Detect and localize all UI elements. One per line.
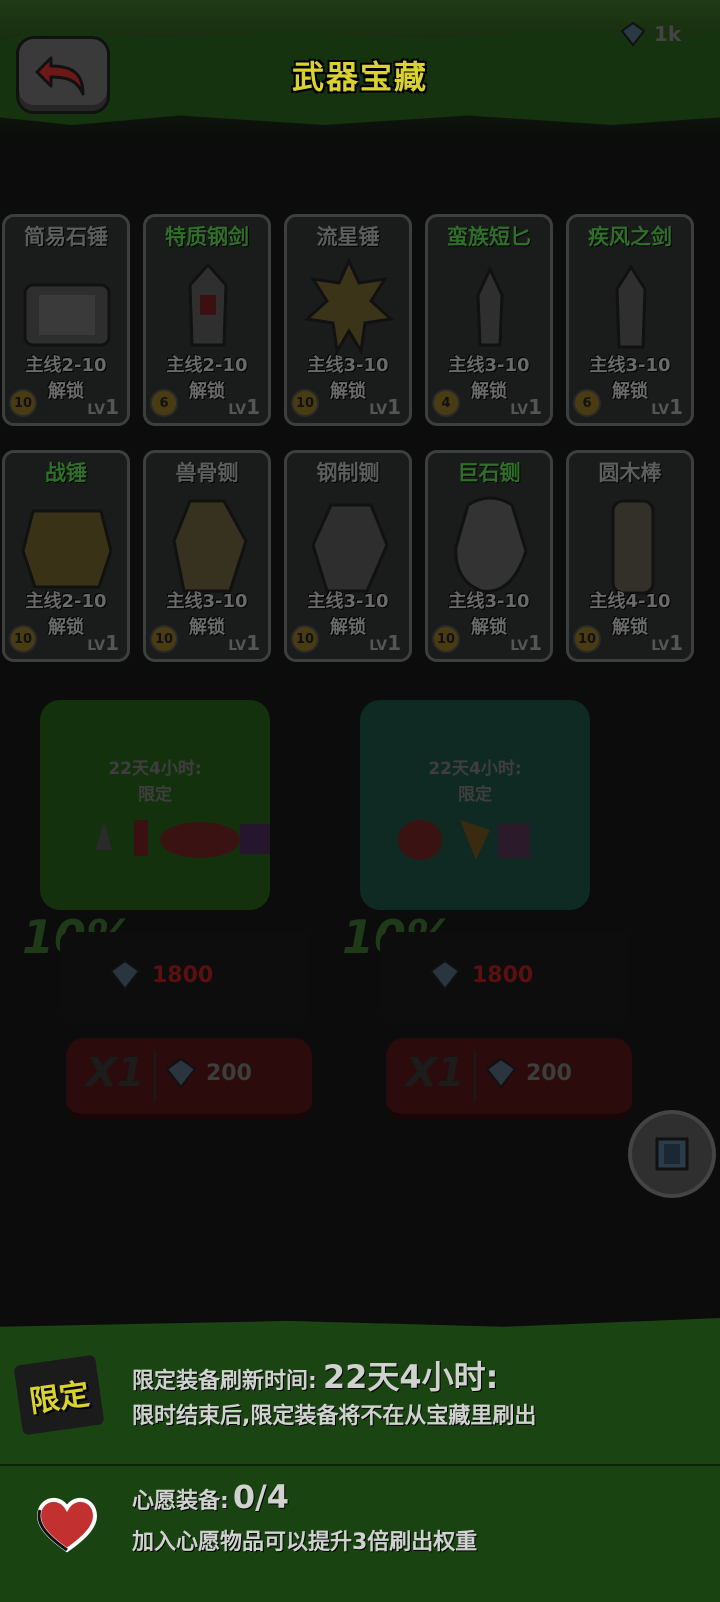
steel-sword-icon	[188, 262, 228, 347]
treasure-chest-right[interactable]: 22天4小时: 限定 10% 1800 X1 200	[330, 660, 632, 1120]
level-label: LV1	[510, 631, 542, 655]
unlock-stage: 主线4-10	[589, 591, 671, 612]
buy-x1-button[interactable]: X1 200	[66, 1038, 312, 1120]
item-count-badge: 6	[150, 389, 178, 417]
unlock-stage: 主线3-10	[307, 591, 389, 612]
treasure-chest-left[interactable]: 22天4小时: 限定 10% 1800 X1 200	[10, 660, 312, 1120]
heart-icon	[37, 1498, 97, 1553]
weapon-name: 简易石锤	[24, 225, 108, 249]
limited-tag: 限定	[13, 1354, 105, 1436]
unlock-stage: 主线3-10	[448, 591, 530, 612]
level-label: LV1	[228, 395, 260, 419]
weapon-card[interactable]: 疾风之剑 主线3-10 解锁 6 LV1	[566, 214, 694, 426]
wish-count: 心愿装备: 0/4	[132, 1478, 290, 1516]
buy-cost: 200	[484, 1056, 572, 1090]
gem-icon	[620, 21, 646, 47]
steel-cleaver-icon	[311, 503, 389, 593]
weapon-card[interactable]: 圆木棒 主线4-10 解锁 10 LV1	[566, 450, 694, 662]
unlock-stage: 主线2-10	[25, 591, 107, 612]
wooden-club-icon	[611, 499, 655, 595]
level-label: LV1	[228, 631, 260, 655]
unlock-stage: 主线3-10	[448, 355, 530, 376]
gem-icon	[165, 1057, 197, 1089]
chest-items-preview-icon	[96, 820, 270, 858]
divider	[154, 1050, 156, 1102]
level-label: LV1	[87, 631, 119, 655]
unlock-stage: 主线3-10	[589, 355, 671, 376]
item-count-badge: 4	[432, 389, 460, 417]
weapon-name: 圆木棒	[598, 461, 662, 485]
weapon-card[interactable]: 简易石锤 主线2-10 解锁 10 LV1	[2, 214, 130, 426]
weapon-name: 巨石铡	[457, 461, 521, 485]
weapon-name: 战锤	[45, 461, 87, 485]
item-count-badge: 10	[9, 389, 37, 417]
weapon-name: 蛮族短匕	[447, 225, 531, 249]
weapon-card[interactable]: 战锤 主线2-10 解锁 10 LV1	[2, 450, 130, 662]
wish-note: 加入心愿物品可以提升3倍刷出权重	[132, 1530, 478, 1555]
bone-cleaver-icon	[172, 499, 248, 593]
level-label: LV1	[651, 395, 683, 419]
buy-qty-label: X1	[406, 1050, 465, 1096]
cube-view-button[interactable]	[628, 1110, 716, 1198]
gem-icon	[109, 959, 141, 991]
item-count-badge: 10	[432, 625, 460, 653]
currency-display: 1k	[620, 18, 720, 50]
weapon-name: 流星锤	[316, 225, 380, 249]
unlock-stage: 主线3-10	[166, 591, 248, 612]
weapon-card[interactable]: 特质钢剑 主线2-10 解锁 6 LV1	[143, 214, 271, 426]
chest-timer: 22天4小时: 限定	[428, 759, 522, 805]
chest-price: 1800	[428, 958, 533, 992]
meteor-hammer-icon	[303, 257, 395, 356]
stone-hammer-icon	[23, 283, 111, 347]
item-count-badge: 10	[573, 625, 601, 653]
back-arrow-icon	[35, 56, 85, 96]
chest-items-preview-icon	[398, 820, 530, 860]
weapon-name: 疾风之剑	[588, 225, 672, 249]
item-count-badge: 6	[573, 389, 601, 417]
currency-amount: 1k	[654, 22, 682, 46]
dagger-icon	[476, 265, 504, 347]
buy-x1-button[interactable]: X1 200	[386, 1038, 632, 1120]
level-label: LV1	[651, 631, 683, 655]
refresh-time: 限定装备刷新时间: 22天4小时:	[132, 1358, 499, 1396]
level-label: LV1	[369, 395, 401, 419]
chest-price: 1800	[108, 958, 213, 992]
weapon-card[interactable]: 钢制铡 主线3-10 解锁 10 LV1	[284, 450, 412, 662]
item-count-badge: 10	[291, 389, 319, 417]
weapon-name: 钢制铡	[316, 461, 380, 485]
unlock-stage: 主线2-10	[25, 355, 107, 376]
item-count-badge: 10	[9, 625, 37, 653]
weapon-name: 兽骨铡	[175, 461, 239, 485]
weapon-name: 特质钢剑	[165, 225, 249, 249]
boulder-cleaver-icon	[454, 496, 528, 593]
buy-qty-label: X1	[86, 1050, 145, 1096]
refresh-note: 限时结束后,限定装备将不在从宝藏里刷出	[132, 1404, 537, 1429]
back-button[interactable]	[16, 36, 110, 114]
unlock-stage: 主线3-10	[307, 355, 389, 376]
item-count-badge: 10	[150, 625, 178, 653]
buy-cost: 200	[164, 1056, 252, 1090]
gem-icon	[429, 959, 461, 991]
level-label: LV1	[87, 395, 119, 419]
chest-timer: 22天4小时: 限定	[108, 759, 202, 805]
item-count-badge: 10	[291, 625, 319, 653]
war-hammer-icon	[21, 509, 113, 589]
weapon-card[interactable]: 蛮族短匕 主线3-10 解锁 4 LV1	[425, 214, 553, 426]
level-label: LV1	[369, 631, 401, 655]
page-title: 武器宝藏	[291, 58, 428, 96]
weapon-card[interactable]: 巨石铡 主线3-10 解锁 10 LV1	[425, 450, 553, 662]
wind-sword-icon	[615, 264, 647, 349]
level-label: LV1	[510, 395, 542, 419]
gem-icon	[485, 1057, 517, 1089]
weapon-card[interactable]: 流星锤 主线3-10 解锁 10 LV1	[284, 214, 412, 426]
cube-icon	[655, 1137, 689, 1171]
weapon-card[interactable]: 兽骨铡 主线3-10 解锁 10 LV1	[143, 450, 271, 662]
unlock-stage: 主线2-10	[166, 355, 248, 376]
divider	[474, 1050, 476, 1102]
